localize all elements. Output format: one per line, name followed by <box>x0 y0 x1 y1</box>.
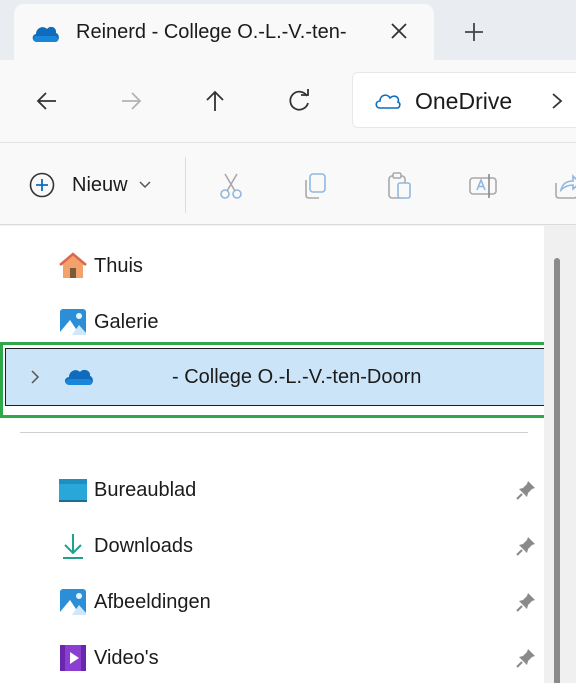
nav-item-label: Downloads <box>94 535 193 557</box>
new-button[interactable]: Nieuw <box>28 169 152 201</box>
copy-icon[interactable] <box>300 171 330 201</box>
arrow-up-icon[interactable] <box>200 86 230 116</box>
pin-icon[interactable] <box>516 480 536 500</box>
onedrive-cloud-icon <box>32 26 59 42</box>
scrollbar-thumb[interactable] <box>554 258 560 683</box>
selected-highlight: - College O.-L.-V.-ten-Doorn <box>0 342 549 418</box>
navigation-pane: Thuis Galerie - College O.-L.-V.-ten-Doo… <box>0 226 576 683</box>
nav-item-onedrive-college[interactable]: - College O.-L.-V.-ten-Doorn <box>5 348 545 406</box>
desktop-icon <box>59 479 87 502</box>
gallery-icon <box>60 309 86 335</box>
tab-strip: Reinerd - College O.-L.-V.-ten- <box>0 0 576 60</box>
share-icon[interactable] <box>552 171 576 201</box>
download-icon <box>63 534 83 559</box>
nav-item-label: Afbeeldingen <box>94 591 211 613</box>
navigation-bar: OneDrive <box>0 60 576 142</box>
onedrive-cloud-icon <box>64 369 93 385</box>
chevron-right-icon[interactable] <box>549 91 565 111</box>
new-button-label: Nieuw <box>72 173 128 196</box>
pin-icon[interactable] <box>516 592 536 612</box>
nav-item-bureaublad[interactable]: Bureaublad <box>0 466 540 514</box>
onedrive-outline-icon <box>375 94 401 109</box>
file-explorer-window: Reinerd - College O.-L.-V.-ten- OneDrive… <box>0 0 576 683</box>
nav-item-label: Galerie <box>94 311 159 333</box>
nav-item-afbeeldingen[interactable]: Afbeeldingen <box>0 578 540 626</box>
videos-icon <box>60 645 86 671</box>
address-location: OneDrive <box>415 88 513 114</box>
chevron-down-icon <box>139 181 151 189</box>
cut-icon[interactable] <box>216 171 246 201</box>
command-bar: Nieuw <box>0 143 576 225</box>
section-divider <box>20 432 528 433</box>
pin-icon[interactable] <box>516 648 536 668</box>
pin-icon[interactable] <box>516 536 536 556</box>
new-tab-plus-icon[interactable] <box>462 20 486 44</box>
paste-icon[interactable] <box>384 171 414 201</box>
refresh-icon[interactable] <box>284 86 314 116</box>
address-bar[interactable]: OneDrive <box>352 72 576 128</box>
pictures-icon <box>60 589 86 615</box>
home-icon <box>59 252 87 278</box>
nav-item-label: Video's <box>94 647 159 669</box>
close-icon[interactable] <box>388 20 410 42</box>
nav-item-videos[interactable]: Video's <box>0 634 540 682</box>
command-separator <box>185 157 186 213</box>
tab-onedrive[interactable]: Reinerd - College O.-L.-V.-ten- <box>14 4 434 60</box>
chevron-right-icon[interactable] <box>28 369 42 385</box>
vertical-scrollbar[interactable] <box>544 226 576 683</box>
nav-item-label: Thuis <box>94 255 143 277</box>
arrow-left-icon[interactable] <box>32 86 62 116</box>
tab-title: Reinerd - College O.-L.-V.-ten- <box>76 21 347 43</box>
nav-item-label: Bureaublad <box>94 479 197 501</box>
nav-item-label: - College O.-L.-V.-ten-Doorn <box>172 366 422 388</box>
arrow-right-icon[interactable] <box>116 86 146 116</box>
nav-item-galerie[interactable]: Galerie <box>0 298 540 346</box>
nav-item-thuis[interactable]: Thuis <box>0 242 540 290</box>
rename-icon[interactable] <box>468 171 498 201</box>
plus-circle-icon <box>29 172 55 198</box>
nav-item-downloads[interactable]: Downloads <box>0 522 540 570</box>
